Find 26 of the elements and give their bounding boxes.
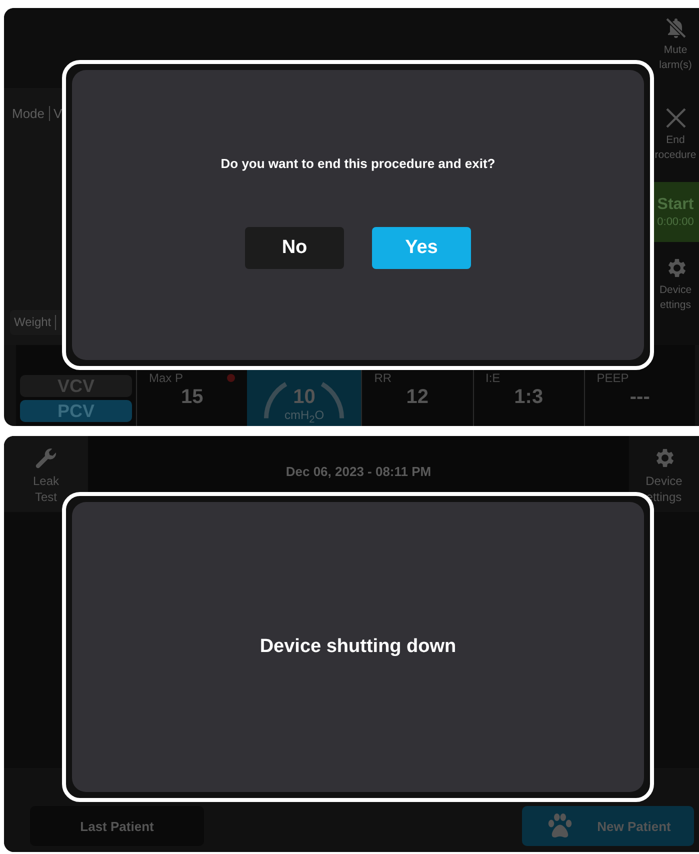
parameter-value: 1:3 (514, 384, 544, 409)
mode-value: V (54, 106, 62, 121)
dialog-message: Do you want to end this procedure and exit? (220, 156, 496, 171)
leak-test-button[interactable]: Leak Test (4, 436, 88, 512)
parameter-value: 12 (406, 384, 428, 409)
parameter-label: RR (374, 370, 392, 385)
bell-off-icon (664, 16, 688, 40)
parameter-label: I:E (486, 370, 500, 385)
parameter-label: Max P (149, 370, 184, 385)
unit-label: cmH$_{2}$O (284, 408, 324, 426)
parameter-value: 15 (181, 384, 204, 409)
close-icon (664, 106, 688, 130)
start-button[interactable]: Start 0:00:00 (652, 182, 699, 242)
wrench-icon (34, 446, 58, 470)
mode-label: Mode (12, 106, 45, 121)
date-time: Dec 06, 2023 - 08:11 PM (286, 463, 432, 481)
last-patient-button[interactable]: Last Patient (30, 806, 204, 846)
new-patient-button[interactable]: New Patient (522, 806, 694, 846)
parameter-value: --- (630, 384, 650, 409)
cancel-button[interactable]: No (245, 227, 344, 269)
settings-button[interactable]: Device ettings (652, 242, 699, 314)
dialog-message: Device shutting down (260, 636, 456, 658)
confirm-button[interactable]: Yes (372, 227, 471, 269)
parameter-value: 10 (293, 384, 316, 409)
parameter-label: PEEP (596, 370, 629, 385)
end-button[interactable]: End rocedure (652, 92, 699, 182)
